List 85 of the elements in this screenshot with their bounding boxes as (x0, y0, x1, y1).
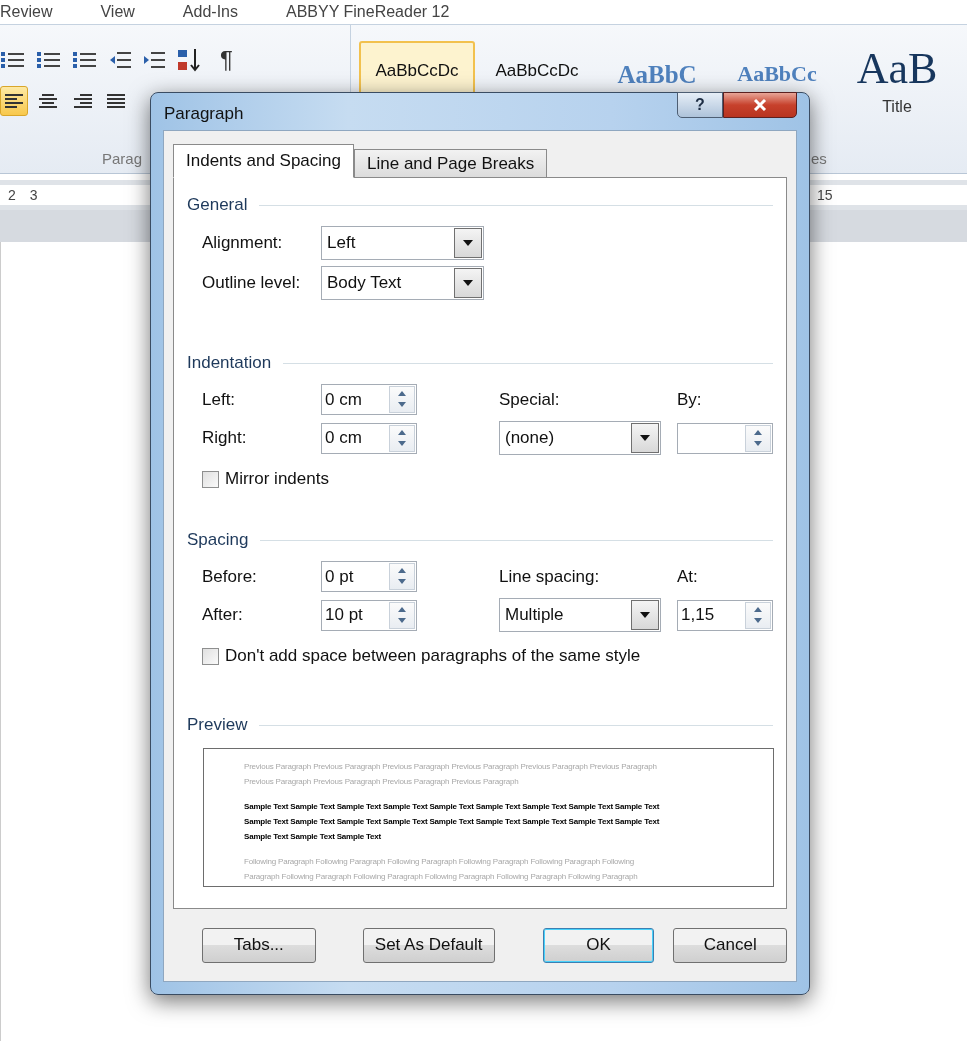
help-button[interactable]: ? (677, 92, 723, 118)
style-sample: AaBbCcDc (495, 61, 579, 81)
field-label: By: (677, 389, 703, 410)
dialog-button[interactable]: Cancel (673, 927, 787, 963)
align-icon (4, 93, 24, 109)
align-icon (38, 93, 58, 109)
section-heading: Indentation (187, 353, 272, 373)
style-sample: AaBbCcDc (375, 61, 459, 81)
ruler-number: 3 (29, 187, 38, 203)
spin-field[interactable]: 0 cm (321, 422, 417, 454)
field-label: Left: (202, 389, 237, 410)
checkbox[interactable] (202, 470, 219, 488)
style-sample: AaB (856, 43, 938, 94)
field-label: Special: (499, 389, 561, 410)
dropdown-value: (none) (504, 428, 556, 448)
list-icon[interactable] (72, 49, 98, 71)
dialog-tab[interactable]: Indents and Spacing (173, 144, 354, 178)
checkbox-label: Mirror indents (225, 469, 329, 489)
field-label: After: (202, 605, 244, 625)
section-heading: Spacing (187, 530, 249, 550)
ribbon-tab[interactable]: ABBYY FineReader 12 (286, 3, 450, 21)
spin-value: 10 pt (324, 605, 364, 625)
ruler-number: 2 (8, 187, 16, 203)
spin-field[interactable]: 1,15 (677, 599, 773, 631)
dialog-tab[interactable]: Line and Page Breaks (354, 149, 548, 177)
close-icon (753, 99, 767, 111)
ribbon-tab[interactable]: Add-Ins (182, 3, 238, 21)
spin-value: 0 cm (324, 428, 363, 448)
dropdown-arrow-icon (640, 435, 650, 441)
preview-text: Sample Text Sample Text Sample Text Sample Text Sample Text Sample Text Sample Text Sample Text Sample Text (244, 801, 661, 813)
spin-value: 0 cm (324, 389, 363, 410)
style-label: Title (882, 98, 912, 116)
dropdown-arrow-icon (640, 612, 650, 618)
list-icon[interactable] (0, 49, 26, 71)
spin-field[interactable] (677, 422, 773, 454)
align-button[interactable] (0, 86, 28, 116)
spin-value: 0 pt (324, 566, 355, 587)
group-label: Parag (102, 150, 143, 167)
preview-text: Sample Text Sample Text Sample Text (244, 831, 383, 843)
pilcrow-button[interactable]: ¶ (212, 46, 233, 74)
field-label: Right: (202, 428, 248, 448)
dropdown-arrow-icon (463, 280, 473, 286)
dropdown[interactable]: Body Text (321, 266, 484, 300)
style-sample: AaBbCc (737, 61, 817, 87)
checkbox-label: Don't add space between paragraphs of the same style (225, 646, 641, 666)
field-label: Alignment: (202, 233, 284, 253)
style-tile[interactable]: AaB Title (839, 41, 955, 137)
spin-value: 1,15 (680, 605, 716, 625)
dropdown[interactable]: Left (321, 226, 484, 260)
field-label: At: (677, 566, 699, 587)
dropdown-value: Multiple (504, 605, 565, 625)
close-button[interactable] (723, 92, 797, 118)
dropdown[interactable]: (none) (499, 421, 661, 455)
field-label: Line spacing: (499, 566, 601, 587)
list-icon[interactable] (36, 49, 62, 71)
spin-field[interactable]: 0 cm (321, 384, 417, 415)
group-label: es (811, 150, 828, 167)
dropdown-value: Body Text (326, 273, 403, 293)
checkbox[interactable] (202, 647, 219, 665)
dialog-button[interactable]: OK (542, 927, 655, 963)
spin-field[interactable]: 0 pt (321, 561, 417, 592)
dropdown-arrow-icon (463, 240, 473, 246)
section-heading: Preview (187, 715, 248, 735)
increase-indent-icon[interactable] (142, 49, 166, 71)
dropdown-value: Left (326, 233, 357, 253)
field-label: Before: (202, 566, 258, 587)
ruler-number: 15 (817, 187, 833, 203)
preview-text: Previous Paragraph Previous Paragraph Previous Paragraph Previous Paragraph (244, 776, 520, 788)
dialog-button[interactable]: Tabs... (202, 927, 316, 963)
sort-icon[interactable] (176, 47, 202, 73)
preview-text: Sample Text Sample Text Sample Text Sample Text Sample Text Sample Text Sample Text Sample Text Sample Text (244, 816, 661, 828)
field-label: Outline level: (202, 273, 302, 293)
preview-text: Following Paragraph Following Paragraph Following Paragraph Following Paragraph Following Paragraph Following (244, 856, 635, 868)
dropdown[interactable]: Multiple (499, 598, 661, 632)
dialog-button[interactable]: Set As Default (362, 927, 495, 963)
align-icon (106, 93, 126, 109)
dialog-title: Paragraph (164, 103, 244, 124)
preview-text: Paragraph Following Paragraph Following Paragraph Following Paragraph Following Paragraph Following Paragraph (244, 871, 639, 883)
spin-field[interactable]: 10 pt (321, 599, 417, 631)
ribbon-tab[interactable]: View (100, 3, 135, 21)
preview-text: Previous Paragraph Previous Paragraph Previous Paragraph Previous Paragraph Previous Paragraph Previous Paragraph (244, 761, 658, 773)
align-icon (72, 93, 92, 109)
section-heading: General (187, 195, 248, 215)
ribbon-tab[interactable]: Review (0, 3, 53, 21)
decrease-indent-icon[interactable] (108, 49, 132, 71)
